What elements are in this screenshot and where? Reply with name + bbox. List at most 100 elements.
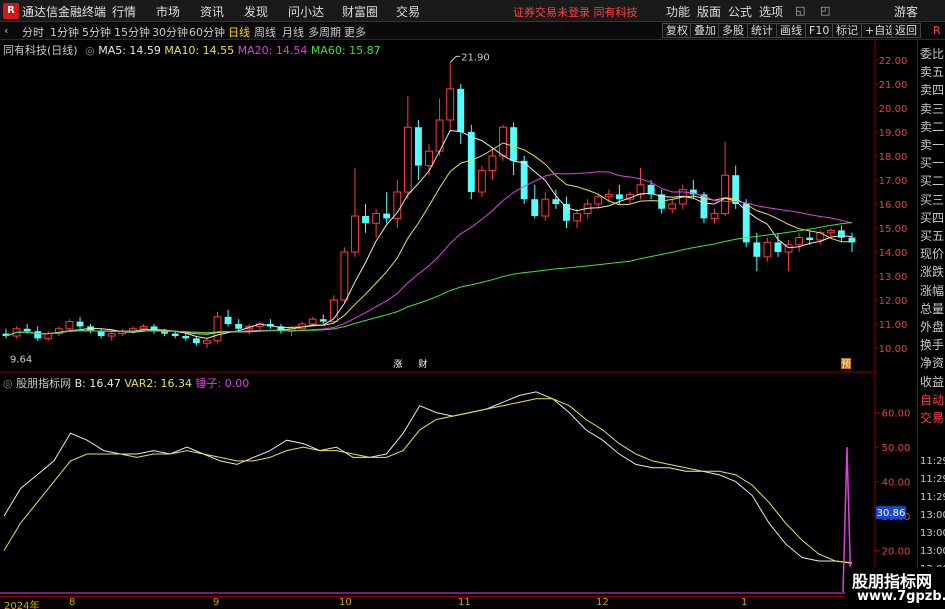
candle xyxy=(65,319,74,332)
chevron-left-icon[interactable]: ‹ xyxy=(4,24,8,37)
candle xyxy=(44,331,53,341)
period-fenshi[interactable]: 分时 xyxy=(22,24,44,40)
date-axis: 2024年 8 9 10 11 12 1 xyxy=(0,596,875,609)
indicator-name[interactable]: 股朋指标网 xyxy=(16,377,71,390)
trade-time: 13:00 xyxy=(920,546,945,557)
indicator-tick-label: 60.00 xyxy=(882,409,911,420)
settings-icon[interactable]: ◎ xyxy=(85,44,95,57)
candle xyxy=(107,331,116,341)
right-panel-item[interactable]: 买四 xyxy=(920,210,944,226)
candle xyxy=(266,319,274,329)
right-panel-item[interactable]: 卖二 xyxy=(920,119,944,135)
menu-faxian[interactable]: 发现 xyxy=(244,3,268,20)
right-quote-panel: 委比卖五卖四卖三卖二卖一买一买二买三买四买五现价涨跌涨幅总量外盘换手净资收益自动… xyxy=(917,40,945,609)
button-biaoji[interactable]: 标记 xyxy=(832,23,862,38)
candle xyxy=(171,331,179,339)
button-tongji[interactable]: 统计 xyxy=(747,23,777,38)
low-label: 9.64 xyxy=(10,355,32,366)
candle xyxy=(488,148,497,180)
trade-time: 13:00 xyxy=(920,528,945,539)
candle xyxy=(795,232,804,252)
right-panel-item[interactable]: 买五 xyxy=(920,228,944,244)
right-panel-item[interactable]: 收益 xyxy=(920,374,944,390)
right-panel-item[interactable]: 自动 xyxy=(920,392,944,408)
right-panel-item[interactable]: 总量 xyxy=(920,301,944,317)
button-huaxian[interactable]: 画线 xyxy=(776,23,806,38)
candle xyxy=(340,247,349,303)
menu-hangqing[interactable]: 行情 xyxy=(112,3,136,20)
right-panel-item[interactable]: 涨幅 xyxy=(920,283,944,299)
candle xyxy=(76,316,84,329)
menu-wenxiaoda[interactable]: 问小达 xyxy=(288,3,324,20)
guest-label[interactable]: 游客 xyxy=(894,3,918,20)
period-60min[interactable]: 60分钟 xyxy=(189,24,225,40)
menu-jiaoyi[interactable]: 交易 xyxy=(396,3,420,20)
kline-chart[interactable]: 22.00 21.00 20.00 19.00 18.00 17.00 16.00 15.00… xyxy=(0,40,917,596)
indicator-chuizi: 锤子: 0.00 xyxy=(195,377,250,390)
right-panel-item[interactable]: 涨跌 xyxy=(920,264,944,280)
event-tag-label: 预 xyxy=(841,359,850,370)
right-panel-item[interactable]: 卖三 xyxy=(920,101,944,117)
candle xyxy=(732,165,740,209)
button-f10[interactable]: F10 xyxy=(805,23,834,38)
right-panel-item[interactable]: 外盘 xyxy=(920,319,944,335)
login-notice[interactable]: 证券交易未登录 同有科技 xyxy=(513,4,638,20)
restore-icon[interactable]: ◰ xyxy=(820,4,830,17)
app-logo-icon: R xyxy=(3,3,19,19)
menu-gongneng[interactable]: 功能 xyxy=(666,3,690,20)
indicator-settings-icon[interactable]: ◎ xyxy=(3,377,13,390)
period-weekly[interactable]: 周线 xyxy=(254,24,276,40)
button-diejia[interactable]: 叠加 xyxy=(690,23,720,38)
menu-xuanxiang[interactable]: 选项 xyxy=(759,3,783,20)
right-panel-item[interactable]: 买二 xyxy=(920,173,944,189)
period-15min[interactable]: 15分钟 xyxy=(114,24,150,40)
date-label: 10 xyxy=(339,597,352,608)
period-more[interactable]: 更多 xyxy=(344,24,366,40)
candle xyxy=(351,168,359,257)
right-panel-item[interactable]: 交易 xyxy=(920,410,944,426)
right-panel-item[interactable]: 委比 xyxy=(920,46,944,62)
ma20-value: MA20: 14.54 xyxy=(237,44,308,57)
right-panel-item[interactable]: 换手 xyxy=(920,337,944,353)
period-1min[interactable]: 1分钟 xyxy=(50,24,79,40)
period-multi[interactable]: 多周期 xyxy=(308,24,341,40)
ma5-value: MA5: 14.59 xyxy=(98,44,161,57)
candle xyxy=(393,180,402,228)
candle xyxy=(383,192,391,224)
candle xyxy=(224,309,232,327)
menu-shichang[interactable]: 市场 xyxy=(156,3,180,20)
price-tick-label: 17.00 xyxy=(879,176,908,187)
app-title: 通达信金融终端 xyxy=(22,5,107,19)
right-panel-item[interactable]: 买一 xyxy=(920,155,944,171)
menu-caifuquan[interactable]: 财富圈 xyxy=(342,3,378,20)
high-label: 21.90 xyxy=(461,52,490,63)
menu-zixun[interactable]: 资讯 xyxy=(200,3,224,20)
period-5min[interactable]: 5分钟 xyxy=(82,24,111,40)
candle xyxy=(255,321,264,332)
menu-banmian[interactable]: 版面 xyxy=(697,3,721,20)
right-panel-item[interactable]: 买三 xyxy=(920,192,944,208)
candle xyxy=(414,120,422,180)
axes: 22.00 21.00 20.00 19.00 18.00 17.00 16.00 15.00… xyxy=(10,52,910,592)
period-daily[interactable]: 日线 xyxy=(228,24,250,40)
right-panel-item[interactable]: 卖一 xyxy=(920,137,944,153)
candle xyxy=(721,141,730,216)
button-return[interactable]: 返回 xyxy=(891,23,921,38)
right-panel-item[interactable]: 卖四 xyxy=(920,82,944,98)
date-label: 2024年 xyxy=(4,601,40,609)
indicator-current-value: 30.86 xyxy=(877,508,906,519)
button-fuquan[interactable]: 复权 xyxy=(662,23,692,38)
indicator-b-line xyxy=(3,391,853,564)
button-duogu[interactable]: 多股 xyxy=(718,23,748,38)
minimize-small-icon[interactable]: ◱ xyxy=(795,4,805,17)
period-monthly[interactable]: 月线 xyxy=(282,24,304,40)
stock-name[interactable]: 同有科技(日线) xyxy=(3,44,78,57)
right-panel-item[interactable]: 现价 xyxy=(920,246,944,262)
menu-gongshi[interactable]: 公式 xyxy=(728,3,752,20)
period-30min[interactable]: 30分钟 xyxy=(152,24,188,40)
period-toolbar: ‹ 分时 1分钟 5分钟 15分钟 30分钟 60分钟 日线 周线 月线 多周期… xyxy=(0,22,945,40)
right-panel-item[interactable]: 净资 xyxy=(920,355,944,371)
candle xyxy=(668,199,677,214)
right-panel-item[interactable]: 卖五 xyxy=(920,64,944,80)
ma60-value: MA60: 15.87 xyxy=(310,44,381,57)
